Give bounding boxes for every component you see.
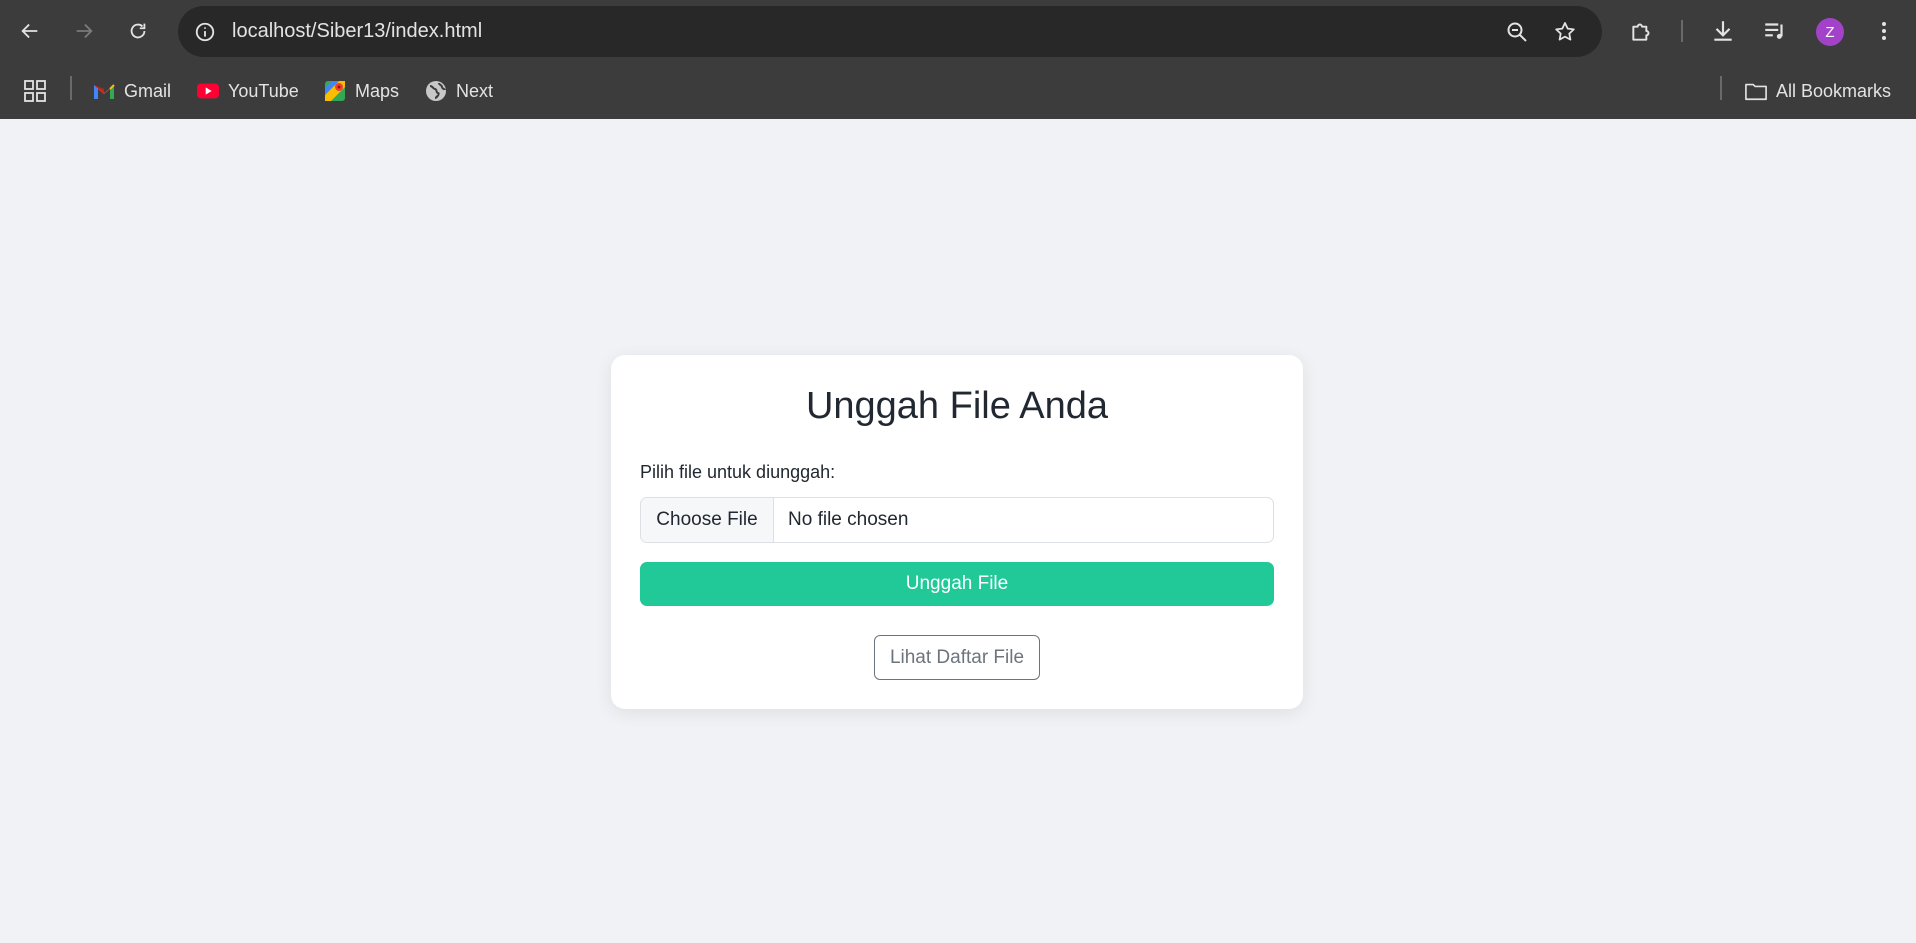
playlist-music-icon (1765, 23, 1783, 39)
upload-card: Unggah File Anda Pilih file untuk diungg… (611, 355, 1303, 709)
arrow-right-icon (76, 23, 93, 39)
browser-toolbar: localhost/Siber13/index.html Z (0, 0, 1916, 63)
file-field-label: Pilih file untuk diunggah: (640, 462, 836, 482)
bookmark-label: Next (456, 80, 494, 101)
forward-button[interactable] (66, 13, 102, 49)
bookmark-next[interactable]: Next (425, 77, 493, 105)
maps-icon (324, 80, 346, 102)
page-content: Unggah File Anda Pilih file untuk diungg… (0, 119, 1916, 943)
bookmarks-divider (70, 76, 72, 100)
star-icon (1555, 22, 1575, 41)
reload-icon (130, 23, 146, 39)
site-info-button[interactable] (188, 15, 222, 49)
zoom-out-icon (1507, 22, 1527, 42)
download-icon (1714, 21, 1732, 41)
profile-avatar[interactable]: Z (1816, 18, 1844, 46)
file-status-text: No file chosen (788, 509, 909, 530)
page-title: Unggah File Anda (805, 385, 1109, 427)
address-bar[interactable]: localhost/Siber13/index.html (178, 6, 1602, 57)
back-button[interactable] (12, 13, 48, 49)
puzzle-icon (1632, 23, 1650, 41)
globe-icon (425, 80, 447, 102)
view-file-list-button[interactable]: Lihat Daftar File (874, 635, 1040, 680)
url-text[interactable]: localhost/Siber13/index.html (232, 20, 482, 43)
browser-chrome: localhost/Siber13/index.html Z Gmail You… (0, 0, 1916, 119)
info-icon (195, 22, 215, 42)
toolbar-divider (1681, 20, 1683, 42)
bookmarks-bar: Gmail YouTube Maps Next All Bookmarks (0, 63, 1916, 119)
browser-menu-button[interactable] (1868, 15, 1900, 47)
zoom-button[interactable] (1502, 17, 1532, 47)
bookmark-star-button[interactable] (1550, 17, 1580, 47)
reload-button[interactable] (120, 13, 156, 49)
arrow-left-icon (21, 23, 38, 39)
youtube-icon (197, 80, 219, 102)
bookmark-label: Gmail (124, 80, 172, 101)
all-bookmarks-button[interactable]: All Bookmarks (1745, 77, 1891, 105)
bookmarks-divider (1720, 76, 1722, 100)
bookmark-maps[interactable]: Maps (324, 77, 399, 105)
choose-file-button[interactable]: Choose File (641, 498, 774, 542)
bookmark-label: Maps (355, 80, 400, 101)
gmail-icon (93, 80, 115, 102)
apps-button[interactable] (24, 77, 55, 105)
folder-icon (1745, 80, 1767, 102)
bookmark-gmail[interactable]: Gmail (93, 77, 171, 105)
file-input[interactable]: Choose File No file chosen (640, 497, 1274, 543)
bookmark-youtube[interactable]: YouTube (197, 77, 299, 105)
bookmark-label: YouTube (228, 80, 299, 101)
media-controls-button[interactable] (1759, 15, 1791, 47)
more-vertical-icon (1882, 22, 1886, 40)
apps-grid-icon (24, 80, 46, 102)
upload-button[interactable]: Unggah File (640, 562, 1274, 606)
extensions-button[interactable] (1626, 15, 1658, 47)
downloads-button[interactable] (1707, 15, 1739, 47)
all-bookmarks-label: All Bookmarks (1776, 80, 1892, 101)
